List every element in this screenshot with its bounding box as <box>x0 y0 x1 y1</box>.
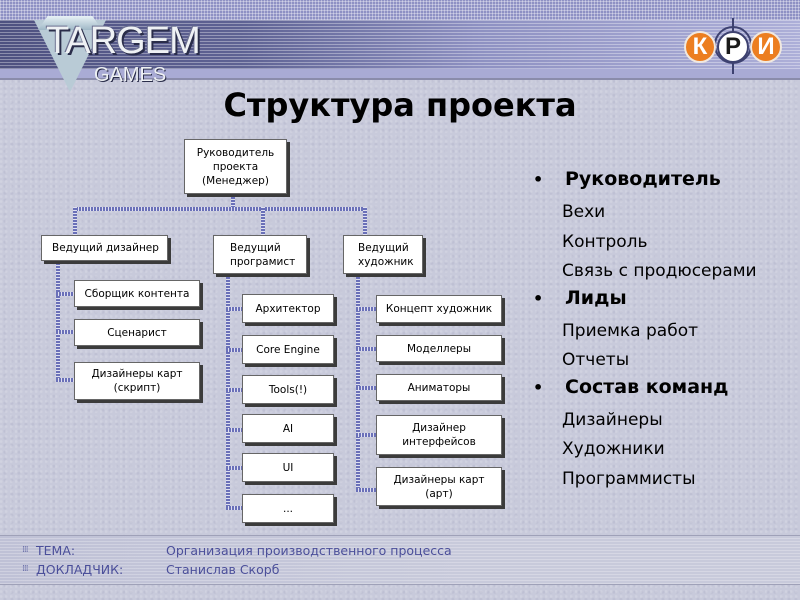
connector <box>56 292 74 296</box>
bullet-subitem: Вехи <box>562 202 606 222</box>
connector <box>73 207 77 237</box>
connector <box>356 488 376 492</box>
footer-label: ТЕМА: <box>36 543 76 558</box>
org-node-concept-artist: Концепт художник <box>376 295 502 323</box>
bullet-subitem: Отчеты <box>562 350 630 370</box>
bullet-title: Руководитель <box>565 168 721 190</box>
connector <box>226 428 242 432</box>
connector <box>226 348 242 352</box>
grid-dots-icon: ⁞⁞⁞ <box>22 545 29 555</box>
footer-row-topic: ⁞⁞⁞ ТЕМА: Организация производственного … <box>22 543 452 558</box>
bullet-subitem: Художники <box>562 439 665 459</box>
connector <box>226 307 242 311</box>
bullet-subitem: Контроль <box>562 231 648 252</box>
connector <box>363 207 367 237</box>
connector <box>356 307 376 311</box>
footer-value: Станислав Скорб <box>166 562 280 577</box>
bullet-list: • Руководитель Вехи Контроль Связь с прод… <box>530 168 800 494</box>
bullet-subitem: Программисты <box>562 468 696 489</box>
org-node-modelers: Моделлеры <box>376 335 502 362</box>
connector <box>56 330 74 334</box>
footer-label: ДОКЛАДЧИК: <box>36 562 124 577</box>
bullet-heading: • Лиды <box>530 287 800 317</box>
org-node-scriptwriter: Сценарист <box>74 319 200 346</box>
connector <box>226 388 242 392</box>
connector <box>226 466 242 470</box>
org-node-map-designers-script: Дизайнеры карт (скрипт) <box>74 362 200 400</box>
connector <box>56 378 74 382</box>
org-node-lead-artist: Ведущий художник <box>343 235 423 274</box>
org-node-ui: UI <box>242 453 334 482</box>
bullet-heading: • Руководитель <box>530 168 800 198</box>
bullet-subitem: Приемка работ <box>562 320 698 341</box>
org-node-interface-designer: Дизайнер интерфейсов <box>376 415 502 455</box>
org-node-content-builder: Сборщик контента <box>74 280 200 307</box>
connector <box>231 194 235 208</box>
org-node-lead-programmer: Ведущий програмист <box>213 235 307 274</box>
footer-value: Организация производственного процесса <box>166 543 452 558</box>
org-node-lead-designer: Ведущий дизайнер <box>41 235 168 261</box>
bullet-icon: • <box>533 288 544 308</box>
org-node-tools: Tools(!) <box>242 375 334 404</box>
connector <box>73 207 367 211</box>
footer-row-speaker: ⁞⁞⁞ ДОКЛАДЧИК: Станислав Скорб <box>22 562 279 577</box>
footer-band: ⁞⁞⁞ ТЕМА: Организация производственного … <box>0 535 800 585</box>
bullet-subitem: Дизайнеры <box>562 409 663 430</box>
org-node-ai: AI <box>242 414 334 443</box>
bullet-title: Лиды <box>565 286 627 309</box>
connector <box>356 347 376 351</box>
org-node-root: Руководитель проекта (Менеджер) <box>184 139 287 194</box>
bullet-subitem: Связь с продюсерами <box>562 261 757 281</box>
org-node-core-engine: Core Engine <box>242 335 334 364</box>
org-node-animators: Аниматоры <box>376 374 502 401</box>
org-node-map-designers-art: Дизайнеры карт (арт) <box>376 467 502 506</box>
connector <box>261 207 265 237</box>
bullet-heading: • Состав команд <box>530 376 800 406</box>
connector <box>356 433 376 437</box>
grid-dots-icon: ⁞⁞⁞ <box>22 564 29 574</box>
org-node-more: ... <box>242 494 334 523</box>
bullet-icon: • <box>533 377 544 397</box>
org-node-architect: Архитектор <box>242 294 334 323</box>
bullet-title: Состав команд <box>565 375 729 398</box>
connector <box>356 386 376 390</box>
connector <box>56 262 60 382</box>
bullet-icon: • <box>533 170 544 189</box>
connector <box>226 506 242 510</box>
